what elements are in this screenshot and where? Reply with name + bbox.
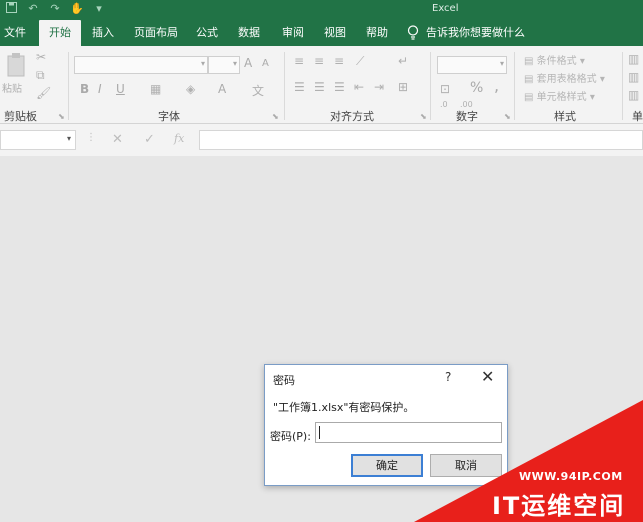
wrap-text-icon[interactable]: ↵ <box>398 54 408 68</box>
customize-icon[interactable]: ▾ <box>92 2 106 16</box>
chevron-down-icon: ▾ <box>200 59 205 68</box>
paste-label: 粘贴 <box>2 84 22 95</box>
group-separator <box>514 52 515 120</box>
cancel-button[interactable]: 取消 <box>430 454 502 477</box>
copy-icon[interactable]: ⧉ <box>36 68 45 83</box>
align-left-icon[interactable]: ☰ <box>294 80 305 94</box>
dialog-message: "工作簿1.xlsx"有密码保护。 <box>273 401 415 414</box>
tell-me-search[interactable]: 告诉我你想要做什么 <box>426 20 536 46</box>
group-label-number: 数字 <box>456 110 478 123</box>
ribbon-tabs: 文件 开始 插入 页面布局 公式 数据 审阅 视图 帮助 告诉我你想要做什么 <box>0 20 643 46</box>
password-dialog: 密码 ? ✕ "工作簿1.xlsx"有密码保护。 密码(P): 确定 取消 <box>264 364 508 486</box>
align-middle-icon[interactable]: ≡ <box>314 54 324 68</box>
dialog-title: 密码 <box>273 374 295 387</box>
close-icon[interactable]: ✕ <box>481 367 494 386</box>
name-box[interactable]: ▾ <box>0 130 76 150</box>
decrease-indent-icon[interactable]: ⇤ <box>354 80 364 94</box>
tab-formulas[interactable]: 公式 <box>190 20 224 46</box>
borders-icon[interactable]: ▦ <box>150 82 161 96</box>
more-icon: ⋮ <box>86 132 96 143</box>
increase-font-icon[interactable]: A <box>244 56 252 70</box>
group-label-cells: 单 <box>632 110 643 123</box>
format-as-table-button[interactable]: ▤ 套用表格格式 ▾ <box>524 70 605 85</box>
delete-cells-icon[interactable]: ▥ <box>628 70 639 84</box>
increase-indent-icon[interactable]: ⇥ <box>374 80 384 94</box>
group-separator <box>430 52 431 120</box>
group-separator <box>284 52 285 120</box>
tab-help[interactable]: 帮助 <box>360 20 394 46</box>
align-right-icon[interactable]: ☰ <box>334 80 345 94</box>
password-input[interactable] <box>315 422 502 443</box>
align-center-icon[interactable]: ☰ <box>314 80 325 94</box>
group-label-styles: 样式 <box>554 110 576 123</box>
text-caret <box>319 426 320 439</box>
tab-data[interactable]: 数据 <box>232 20 266 46</box>
cut-icon[interactable]: ✂ <box>36 50 46 64</box>
alignment-launcher-icon[interactable]: ⬊ <box>420 112 427 121</box>
clipboard-launcher-icon[interactable]: ⬊ <box>58 112 65 121</box>
font-size-combo[interactable]: ▾ <box>208 56 240 74</box>
tab-page-layout[interactable]: 页面布局 <box>128 20 184 46</box>
undo-icon[interactable]: ↶ <box>26 2 40 16</box>
group-separator <box>68 52 69 120</box>
ribbon: 粘贴 ✂ ⧉ 🖌 剪贴板 ⬊ ▾ ▾ A A B I U ▦ ◈ A 文 字体 … <box>0 46 643 124</box>
ok-button[interactable]: 确定 <box>351 454 423 477</box>
confirm-entry-icon[interactable]: ✓ <box>144 132 155 147</box>
lightbulb-icon <box>407 25 419 40</box>
font-name-combo[interactable]: ▾ <box>74 56 208 74</box>
chevron-down-icon[interactable]: ▾ <box>67 134 71 143</box>
save-icon[interactable] <box>4 2 18 16</box>
formula-bar: ▾ ⋮ ✕ ✓ fx <box>0 124 643 156</box>
font-launcher-icon[interactable]: ⬊ <box>272 112 279 121</box>
redo-icon[interactable]: ↷ <box>48 2 62 16</box>
bold-button[interactable]: B <box>80 82 89 96</box>
tab-file[interactable]: 文件 <box>0 20 30 46</box>
tab-review[interactable]: 审阅 <box>276 20 310 46</box>
cancel-entry-icon[interactable]: ✕ <box>112 132 123 147</box>
formula-input[interactable] <box>199 130 643 150</box>
number-format-combo[interactable]: ▾ <box>437 56 507 74</box>
quick-access-toolbar: ↶ ↷ ✋ ▾ <box>4 2 106 16</box>
group-separator <box>622 52 623 120</box>
font-color-icon[interactable]: A <box>218 82 226 96</box>
touch-mode-icon[interactable]: ✋ <box>70 2 84 16</box>
chevron-down-icon: ▾ <box>232 59 237 68</box>
help-icon[interactable]: ? <box>445 370 451 384</box>
format-painter-icon[interactable]: 🖌 <box>36 86 51 100</box>
format-cells-icon[interactable]: ▥ <box>628 88 639 102</box>
number-launcher-icon[interactable]: ⬊ <box>504 112 511 121</box>
fill-color-icon[interactable]: ◈ <box>186 82 195 96</box>
decrease-font-icon[interactable]: A <box>262 58 269 69</box>
italic-button[interactable]: I <box>98 82 102 96</box>
insert-cells-icon[interactable]: ▥ <box>628 52 639 66</box>
password-label: 密码(P): <box>270 430 311 443</box>
merge-center-icon[interactable]: ⊞ <box>398 80 408 94</box>
conditional-formatting-button[interactable]: ▤ 条件格式 ▾ <box>524 52 585 67</box>
underline-button[interactable]: U <box>116 82 125 96</box>
align-bottom-icon[interactable]: ≡ <box>334 54 344 68</box>
increase-decimal-icon[interactable]: .0 <box>440 100 448 109</box>
paste-icon[interactable] <box>6 52 28 78</box>
phonetic-icon[interactable]: 文 <box>252 82 264 99</box>
group-label-clipboard: 剪贴板 <box>4 110 37 123</box>
accounting-format-icon[interactable]: ⊡ <box>440 82 450 96</box>
tab-insert[interactable]: 插入 <box>86 20 120 46</box>
group-label-font: 字体 <box>158 110 180 123</box>
tab-home[interactable]: 开始 <box>39 20 81 46</box>
chevron-down-icon: ▾ <box>499 59 504 68</box>
app-title: Excel <box>432 3 459 14</box>
title-bar: ↶ ↷ ✋ ▾ Excel <box>0 0 643 20</box>
comma-style-button[interactable]: , <box>494 76 499 95</box>
cell-styles-button[interactable]: ▤ 单元格样式 ▾ <box>524 88 595 103</box>
tab-view[interactable]: 视图 <box>318 20 352 46</box>
orientation-icon[interactable]: ⟋ <box>356 54 364 69</box>
align-top-icon[interactable]: ≡ <box>294 54 304 68</box>
insert-function-icon[interactable]: fx <box>174 132 184 145</box>
percent-style-button[interactable]: % <box>470 80 483 96</box>
group-label-alignment: 对齐方式 <box>330 110 374 123</box>
